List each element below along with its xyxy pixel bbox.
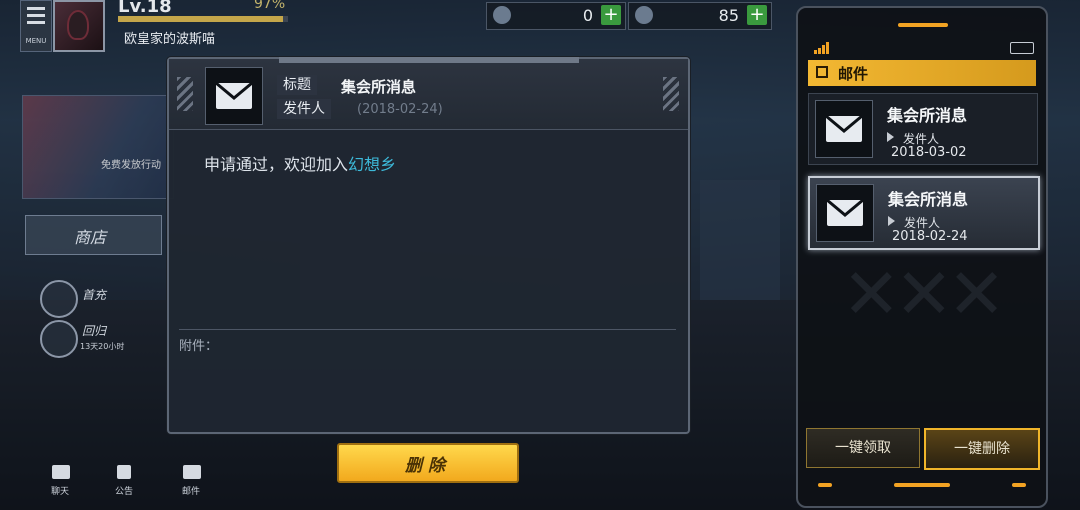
resource-value: 0: [582, 6, 593, 25]
battery-icon: [1010, 42, 1034, 54]
claim-all-label: 一键领取: [835, 440, 891, 456]
menu-icon: [27, 21, 45, 24]
play-arrow-icon: [888, 216, 895, 226]
panel-bottom-accent: [818, 480, 1026, 494]
announcement-icon[interactable]: [117, 465, 131, 479]
dialog-top-accent: [279, 57, 579, 63]
menu-label: MENU: [25, 37, 47, 45]
mail-list-item[interactable]: 集会所消息 发件人 2018-03-02: [808, 93, 1038, 165]
play-arrow-icon: [887, 132, 894, 142]
grip-decoration: [663, 77, 679, 111]
resource-gems: 0 +: [486, 2, 626, 30]
chat-icon[interactable]: [52, 465, 70, 479]
mail-panel-header: 邮件: [808, 60, 1036, 86]
claim-all-button[interactable]: 一键领取: [806, 428, 920, 468]
signal-icon: [814, 42, 830, 54]
gem-icon: [493, 6, 511, 24]
exp-bar-fill: [118, 16, 283, 22]
guild-name: 幻想乡: [348, 155, 397, 174]
menu-icon: [27, 14, 45, 17]
mail-icon[interactable]: [183, 465, 201, 479]
resource-tokens: 85 +: [628, 2, 772, 30]
mail-date: (2018-02-24): [357, 102, 443, 117]
chat-label: 聊天: [51, 487, 70, 497]
banner-text: 免费发放行动: [101, 160, 161, 171]
resource-value: 85: [718, 6, 739, 25]
envelope-icon: [205, 67, 263, 125]
menu-button[interactable]: MENU: [20, 0, 52, 52]
mail-item-date: 2018-02-24: [892, 229, 968, 244]
mail-list-item-selected[interactable]: 集会所消息 发件人 2018-02-24: [808, 176, 1040, 250]
envelope-icon: [816, 184, 874, 242]
cloud-token-icon: [635, 6, 653, 24]
mail-body-text: 申请通过，欢迎加入: [204, 155, 349, 174]
exp-percent: 97%: [254, 0, 286, 12]
first-recharge-label: 首充: [82, 288, 107, 302]
return-event-label: 回归: [82, 324, 107, 338]
mail-title: 集会所消息: [341, 78, 417, 96]
return-timer: 13天20小时: [80, 342, 125, 351]
delete-all-label: 一键删除: [954, 441, 1010, 457]
shop-tab-label: 商店: [74, 228, 107, 247]
panel-background-emblem: ✕✕✕: [842, 253, 1006, 335]
mail-panel-title: 邮件: [838, 65, 869, 83]
mail-label: 邮件: [182, 487, 201, 497]
menu-icon: [27, 7, 45, 10]
player-name: 欧皇家的波斯喵: [124, 32, 216, 47]
mail-item-date: 2018-03-02: [891, 145, 967, 160]
delete-all-button[interactable]: 一键删除: [924, 428, 1040, 470]
grip-decoration: [177, 77, 193, 111]
player-avatar[interactable]: [53, 0, 105, 52]
announcement-label: 公告: [115, 487, 134, 497]
exp-bar: [118, 16, 288, 22]
return-event-button[interactable]: [40, 320, 78, 358]
envelope-icon: [815, 100, 873, 158]
first-recharge-button[interactable]: [40, 280, 78, 318]
divider: [179, 329, 676, 330]
sender-tag: 发件人: [277, 99, 331, 119]
mail-body: 申请通过，欢迎加入幻想乡: [204, 151, 396, 175]
delete-button[interactable]: 删除: [337, 443, 519, 483]
title-tag: 标题: [277, 75, 317, 95]
add-tokens-button[interactable]: +: [747, 5, 767, 25]
mail-panel: 邮件 集会所消息 发件人 2018-03-02 集会所消息 发件人 2018-0…: [796, 6, 1048, 508]
panel-top-accent: [898, 23, 948, 27]
add-gems-button[interactable]: +: [601, 5, 621, 25]
dialog-header: 标题 集会所消息 发件人 (2018-02-24): [169, 57, 688, 130]
delete-button-label: 删除: [405, 456, 451, 476]
mail-item-title: 集会所消息: [887, 106, 968, 125]
mailbox-icon: [816, 66, 828, 78]
mail-detail-dialog: 标题 集会所消息 发件人 (2018-02-24) 申请通过，欢迎加入幻想乡 附…: [167, 57, 690, 434]
attachment-label: 附件：: [179, 339, 219, 354]
shop-tab[interactable]: 商店: [25, 215, 162, 255]
mail-item-title: 集会所消息: [888, 190, 969, 209]
event-banner[interactable]: 免费发放行动: [22, 95, 174, 199]
player-level: Lv.18: [118, 0, 172, 17]
